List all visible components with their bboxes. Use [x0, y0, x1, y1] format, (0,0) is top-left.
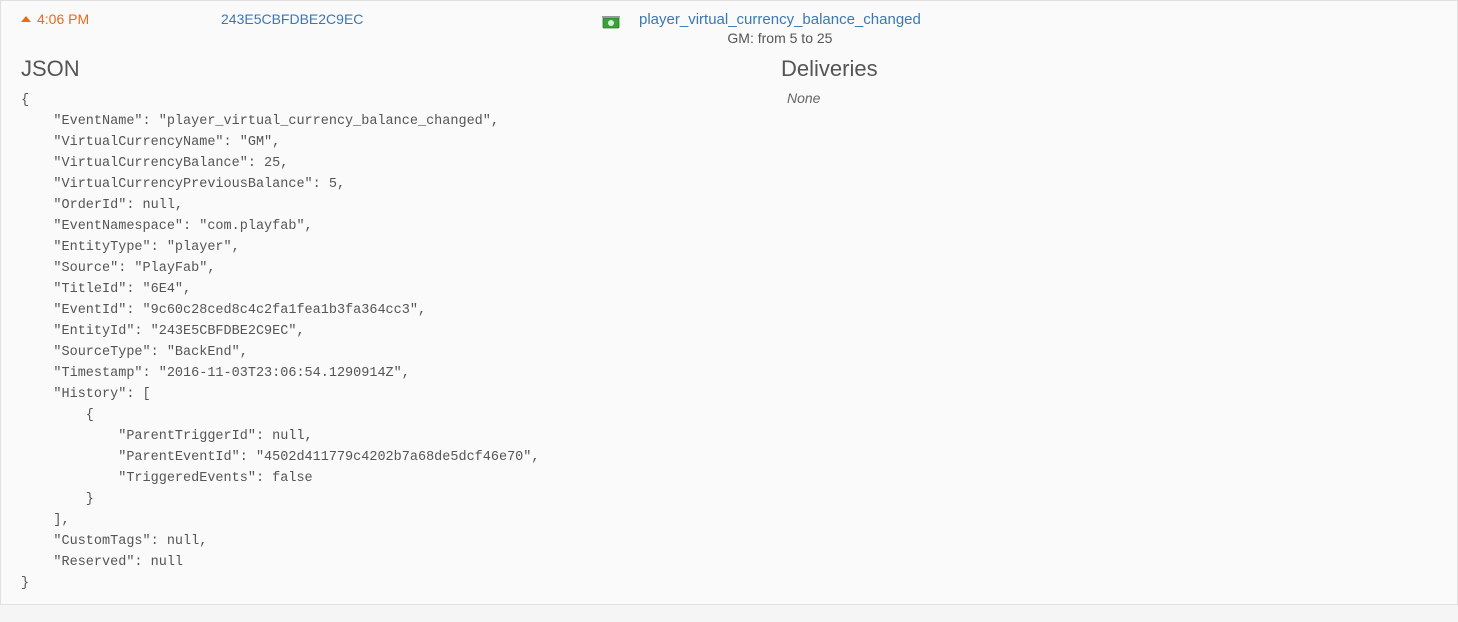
deliveries-none: None	[787, 90, 1437, 106]
collapse-caret-icon[interactable]	[21, 16, 31, 22]
time-column[interactable]: 4:06 PM	[21, 11, 221, 27]
event-header: 4:06 PM 243E5CBFDBE2C9EC player_virtual_…	[1, 11, 1457, 46]
deliveries-pane: Deliveries None	[761, 56, 1437, 594]
json-body[interactable]: { "EventName": "player_virtual_currency_…	[21, 90, 761, 594]
entity-id-column: 243E5CBFDBE2C9EC	[221, 11, 601, 27]
deliveries-title: Deliveries	[781, 56, 1437, 82]
json-pane: JSON { "EventName": "player_virtual_curr…	[21, 56, 761, 594]
event-row: 4:06 PM 243E5CBFDBE2C9EC player_virtual_…	[0, 0, 1458, 605]
event-column: player_virtual_currency_balance_changed …	[601, 11, 1437, 46]
event-time: 4:06 PM	[37, 11, 89, 27]
entity-id-link[interactable]: 243E5CBFDBE2C9EC	[221, 11, 363, 27]
detail-region: JSON { "EventName": "player_virtual_curr…	[1, 46, 1457, 594]
event-name-link[interactable]: player_virtual_currency_balance_changed	[639, 11, 921, 28]
json-title: JSON	[21, 56, 761, 82]
event-description: GM: from 5 to 25	[639, 30, 921, 46]
currency-event-icon	[601, 13, 621, 33]
event-name-block: player_virtual_currency_balance_changed …	[639, 11, 921, 46]
